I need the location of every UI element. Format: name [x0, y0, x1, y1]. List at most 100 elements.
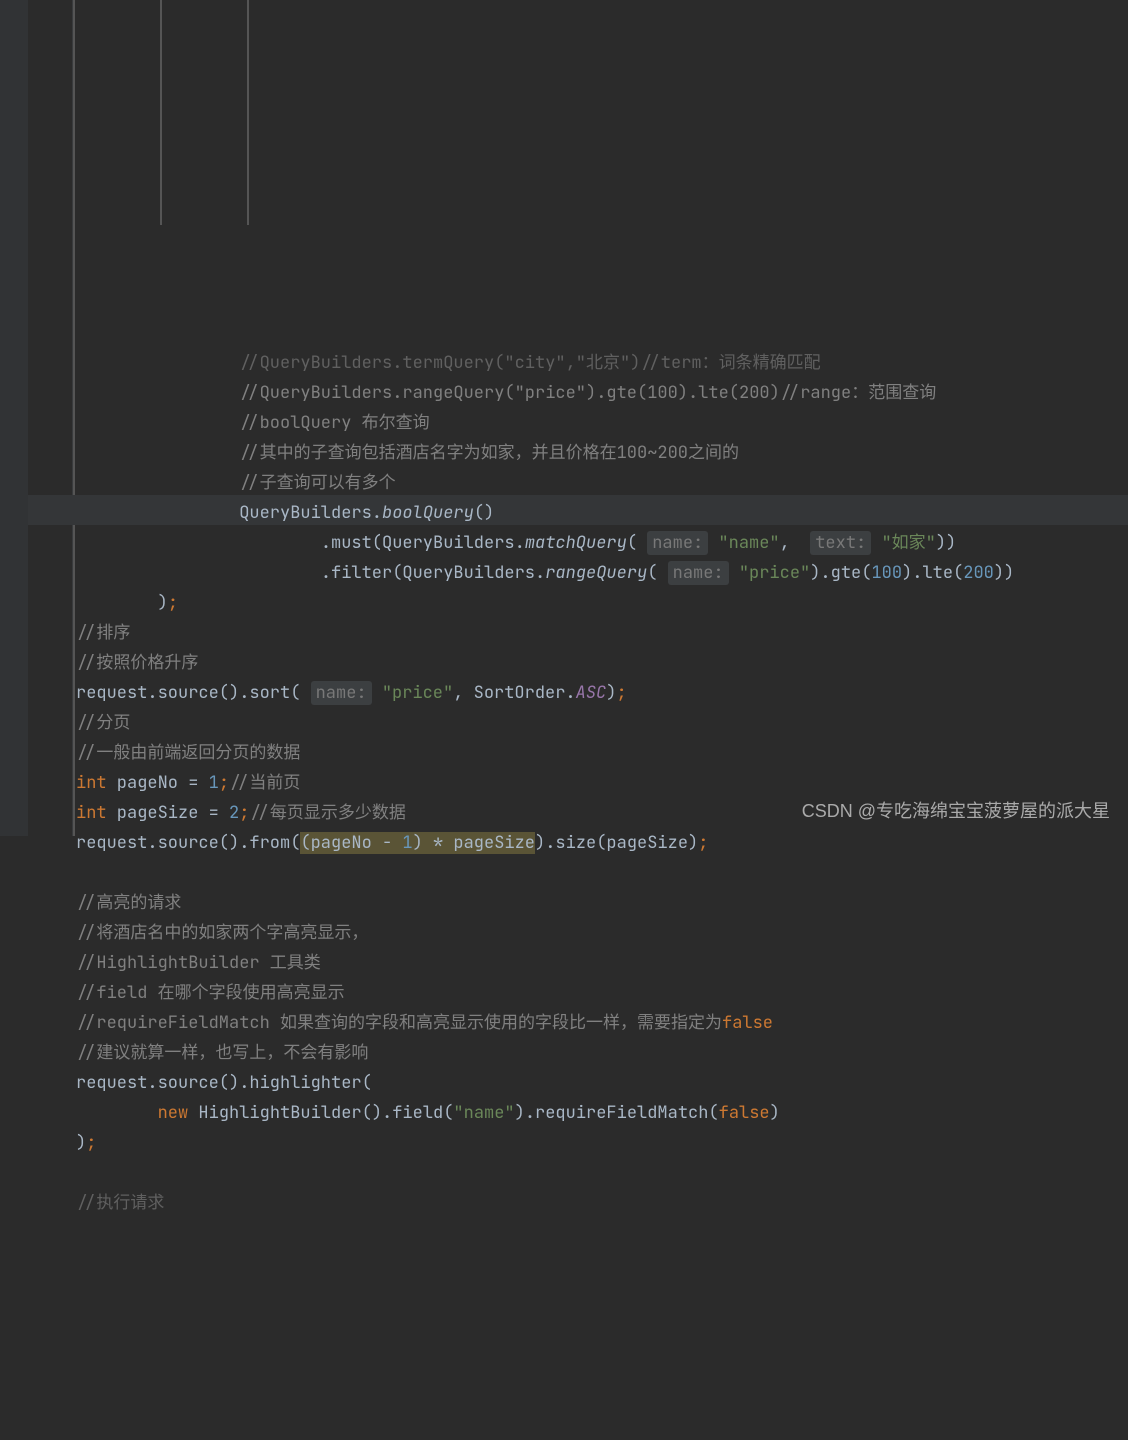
param-hint: name:	[668, 561, 729, 585]
indent-guide-3	[247, 0, 249, 225]
code-text: QueryBuilders.	[239, 502, 382, 524]
indent-guide-1	[73, 0, 75, 836]
code-text: ).lte(	[902, 562, 963, 584]
comment-text: //按照价格升序	[76, 652, 198, 674]
keyword: false	[719, 1102, 770, 1124]
number-literal: 200	[963, 562, 994, 584]
keyword: int	[76, 772, 107, 794]
editor-gutter	[0, 0, 28, 836]
string-literal: "name"	[718, 532, 779, 554]
code-line[interactable]: //执行请求	[76, 1192, 164, 1214]
code-line[interactable]: .must(QueryBuilders.matchQuery( name: "n…	[76, 531, 956, 555]
code-line[interactable]: );	[76, 1132, 96, 1154]
param-hint: text:	[810, 531, 871, 555]
comment-text: //高亮的请求	[76, 892, 181, 914]
code-line[interactable]: //其中的子查询包括酒店名字为如家，并且价格在100~200之间的	[76, 442, 739, 464]
code-text: )	[158, 592, 168, 614]
semicolon: ;	[219, 772, 229, 794]
semicolon: ;	[698, 832, 708, 854]
number-literal: 2	[229, 802, 239, 824]
code-text: )	[76, 1132, 86, 1154]
line-number-gutter	[28, 0, 73, 836]
comment-text: //QueryBuilders.rangeQuery("price").gte(…	[239, 382, 936, 404]
comment-text: //QueryBuilders.termQuery("city","北京")//…	[239, 352, 820, 374]
code-line[interactable]: //分页	[76, 712, 130, 734]
semicolon: ;	[168, 592, 178, 614]
code-text: request.source().from(	[76, 832, 300, 854]
code-line[interactable]: request.source().sort( name: "price", So…	[76, 681, 627, 705]
code-text: SortOrder.	[463, 682, 575, 704]
code-text: request.source().highlighter(	[76, 1072, 372, 1094]
code-text: )	[606, 682, 616, 704]
code-text: ).requireFieldMatch(	[515, 1102, 719, 1124]
number-literal: 1	[402, 832, 412, 854]
code-text: request.source().sort(	[76, 682, 300, 704]
code-line[interactable]: int pageNo = 1;//当前页	[76, 772, 300, 794]
comment-text: //HighlightBuilder 工具类	[76, 952, 321, 974]
comment-text: //当前页	[229, 772, 300, 794]
indent-guide-2	[160, 0, 162, 225]
code-text: HighlightBuilder().field(	[188, 1102, 453, 1124]
code-line[interactable]: //QueryBuilders.rangeQuery("price").gte(…	[76, 382, 936, 404]
code-line[interactable]: .filter(QueryBuilders.rangeQuery( name: …	[76, 561, 1014, 585]
keyword: new	[158, 1102, 189, 1124]
code-line[interactable]: //HighlightBuilder 工具类	[76, 952, 321, 974]
comment-text: //boolQuery 布尔查询	[239, 412, 429, 434]
code-text: ).size(pageSize)	[535, 832, 698, 854]
semicolon: ;	[239, 802, 249, 824]
code-line[interactable]: //一般由前端返回分页的数据	[76, 742, 300, 764]
comment-text: //一般由前端返回分页的数据	[76, 742, 300, 764]
param-hint: name:	[647, 531, 708, 555]
code-line[interactable]	[76, 862, 86, 884]
string-literal: "price"	[382, 682, 453, 704]
code-line[interactable]: //按照价格升序	[76, 652, 198, 674]
csdn-watermark: CSDN @专吃海绵宝宝菠萝屋的派大星	[802, 796, 1110, 826]
code-text: ))	[994, 562, 1014, 584]
comment-text: //排序	[76, 622, 130, 644]
semicolon: ;	[86, 1132, 96, 1154]
code-line[interactable]: );	[76, 592, 178, 614]
comment-text: //执行请求	[76, 1192, 164, 1214]
string-literal: "price"	[739, 562, 810, 584]
comment-keyword: false	[722, 1012, 773, 1034]
code-line[interactable]: //子查询可以有多个	[76, 472, 396, 494]
code-line[interactable]: new HighlightBuilder().field("name").req…	[76, 1102, 780, 1124]
comment-text: //子查询可以有多个	[239, 472, 395, 494]
string-literal: "name"	[453, 1102, 514, 1124]
code-text: ()	[474, 502, 494, 524]
comment-text: //field 在哪个字段使用高亮显示	[76, 982, 345, 1004]
keyword: int	[76, 802, 107, 824]
comment-text: //建议就算一样，也写上，不会有影响	[76, 1042, 368, 1064]
string-literal: "如家"	[881, 532, 935, 554]
comment-text: //其中的子查询包括酒店名字为如家，并且价格在100~200之间的	[239, 442, 739, 464]
code-text: ))	[936, 532, 956, 554]
code-text: ).gte(	[810, 562, 871, 584]
method-call: rangeQuery	[545, 562, 647, 584]
code-line[interactable]: //requireFieldMatch 如果查询的字段和高亮显示使用的字段比一样…	[76, 1012, 773, 1034]
code-editor-viewport[interactable]: //QueryBuilders.termQuery("city","北京")//…	[76, 318, 1128, 1218]
code-line[interactable]: QueryBuilders.boolQuery()	[76, 502, 494, 524]
code-line[interactable]: request.source().from((pageNo - 1) * pag…	[76, 832, 708, 854]
code-line[interactable]: request.source().highlighter(	[76, 1072, 372, 1094]
code-text: )	[770, 1102, 780, 1124]
code-line[interactable]: //高亮的请求	[76, 892, 181, 914]
code-line[interactable]: //排序	[76, 622, 130, 644]
code-line[interactable]: int pageSize = 2;//每页显示多少数据	[76, 802, 406, 824]
number-literal: 100	[871, 562, 902, 584]
comment-text: //将酒店名中的如家两个字高亮显示，	[76, 922, 368, 944]
comment-text: //分页	[76, 712, 130, 734]
code-text: pageSize =	[107, 802, 229, 824]
code-line[interactable]: //QueryBuilders.termQuery("city","北京")//…	[76, 352, 821, 374]
method-call: boolQuery	[382, 502, 474, 524]
semicolon: ;	[616, 682, 626, 704]
code-line[interactable]: //field 在哪个字段使用高亮显示	[76, 982, 345, 1004]
code-line[interactable]: //boolQuery 布尔查询	[76, 412, 430, 434]
number-literal: 1	[209, 772, 219, 794]
code-line[interactable]: //建议就算一样，也写上，不会有影响	[76, 1042, 368, 1064]
code-line[interactable]	[76, 1162, 86, 1184]
param-hint: name:	[311, 681, 372, 705]
comment-text: //每页显示多少数据	[249, 802, 405, 824]
code-line[interactable]: //将酒店名中的如家两个字高亮显示，	[76, 922, 368, 944]
comment-text: //requireFieldMatch 如果查询的字段和高亮显示使用的字段比一样…	[76, 1012, 722, 1034]
code-text: .must(QueryBuilders.	[321, 532, 525, 554]
